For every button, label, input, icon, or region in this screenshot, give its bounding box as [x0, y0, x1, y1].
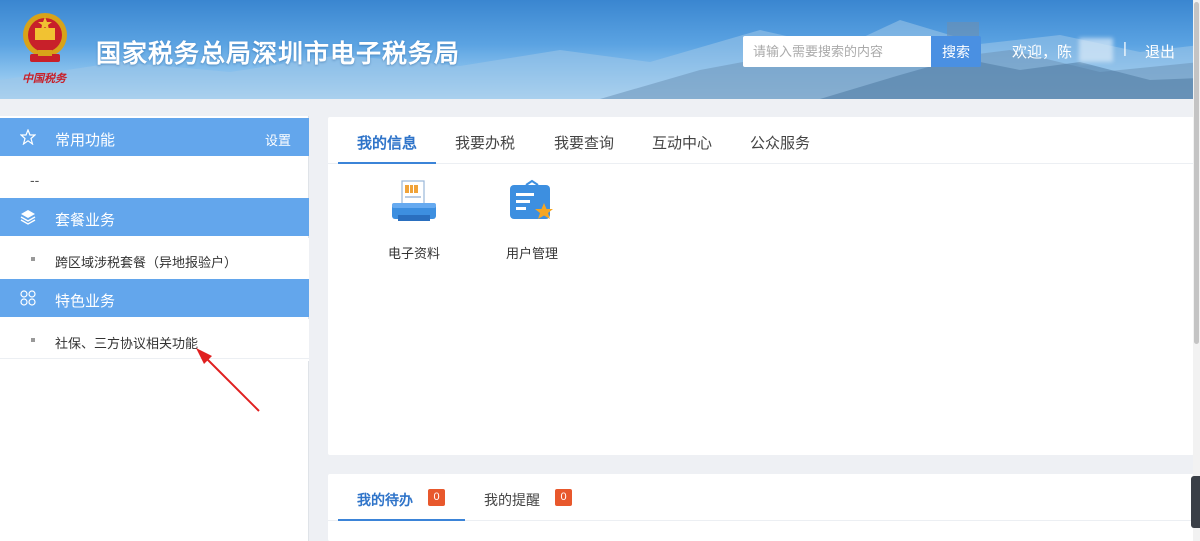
tax-emblem-icon — [23, 13, 67, 62]
search-button[interactable]: 搜索 — [931, 36, 981, 67]
tile-electronic-documents[interactable]: 电子资料 — [374, 117, 454, 261]
sidebar-section-package[interactable]: 套餐业务 — [0, 198, 309, 236]
sidebar-section-label: 套餐业务 — [55, 212, 116, 229]
reminder-count-badge: 0 — [555, 489, 572, 506]
logout-link[interactable]: 退出 — [1145, 41, 1175, 62]
site-header: 中国税务 国家税务总局深圳市电子税务局 搜索 欢迎，陈 | 退出 — [0, 0, 1200, 99]
layers-icon — [20, 210, 36, 225]
bullet — [31, 257, 35, 261]
site-title: 国家税务总局深圳市电子税务局 — [96, 40, 461, 68]
redacted-username — [1079, 38, 1113, 62]
sidebar-divider — [0, 358, 309, 359]
grid-icon — [20, 290, 36, 306]
bullet — [31, 338, 35, 342]
sidebar-item-label: 社保、三方协议相关功能 — [55, 336, 199, 351]
printer-document-icon — [392, 180, 436, 221]
sidebar-section-label: 特色业务 — [55, 293, 116, 310]
tile-user-management[interactable]: 用户管理 — [492, 117, 572, 261]
star-icon — [20, 129, 36, 145]
header-divider: | — [1123, 40, 1127, 57]
sidebar-item-social-security[interactable]: 社保、三方协议相关功能 — [0, 319, 309, 361]
sidebar-item-label: 跨区域涉税套餐（异地报验户） — [55, 255, 238, 270]
tile-label: 电子资料 — [387, 246, 440, 261]
main-tabs: 我的信息 我要办税 我要查询 互动中心 公众服务 — [328, 117, 1194, 164]
search-input[interactable] — [743, 36, 931, 67]
welcome-text: 欢迎，陈 — [1012, 44, 1073, 61]
my-info-panel: 我的信息 我要办税 我要查询 互动中心 公众服务 电子资料 用户管理 — [328, 117, 1194, 455]
tab-my-todo[interactable]: 我的待办 — [357, 490, 413, 510]
tab-my-reminders[interactable]: 我的提醒 — [484, 490, 540, 510]
page-scrollbar-thumb[interactable] — [1194, 2, 1199, 344]
common-empty-placeholder: -- — [30, 172, 40, 188]
settings-link[interactable]: 设置 — [265, 130, 291, 149]
todo-panel: 我的待办 0 我的提醒 0 — [328, 474, 1194, 541]
user-card-star-icon — [510, 179, 553, 219]
todo-tabs: 我的待办 0 我的提醒 0 — [328, 474, 1194, 521]
tab-interaction-center[interactable]: 互动中心 — [652, 132, 712, 153]
sidebar: 常用功能 设置 -- 套餐业务 跨区域涉税套餐（异地报验户） 特色业务 社保、三… — [0, 116, 309, 541]
sidebar-section-label: 常用功能 — [55, 132, 116, 149]
sidebar-section-common[interactable]: 常用功能 设置 — [0, 118, 309, 156]
tile-label: 用户管理 — [505, 246, 558, 261]
sidebar-item-cross-region-package[interactable]: 跨区域涉税套餐（异地报验户） — [0, 238, 309, 280]
sidebar-section-special[interactable]: 特色业务 — [0, 279, 309, 317]
active-tab-indicator — [338, 519, 465, 521]
tab-public-service[interactable]: 公众服务 — [750, 132, 810, 153]
emblem-caption: 中国税务 — [22, 72, 66, 85]
todo-count-badge: 0 — [428, 489, 445, 506]
floating-side-widget[interactable] — [1191, 476, 1200, 528]
